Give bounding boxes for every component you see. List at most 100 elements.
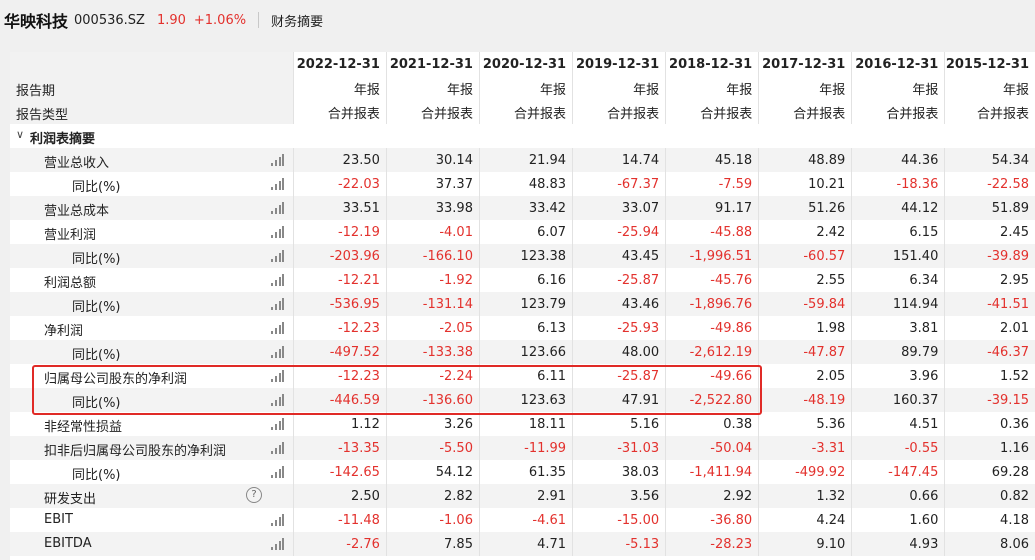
value-cell: 160.37	[851, 388, 945, 412]
bar-chart-icon-bar	[271, 331, 273, 334]
bar-chart-icon[interactable]	[271, 466, 284, 478]
bar-chart-icon[interactable]	[271, 298, 284, 310]
year-header-cell: 2020-12-31	[478, 52, 573, 76]
value-cell: -15.00	[572, 508, 666, 532]
bar-chart-icon-bar	[275, 280, 277, 286]
value-cell: -13.35	[292, 436, 387, 460]
value-cell: 3.81	[851, 316, 945, 340]
bar-chart-icon[interactable]	[271, 346, 284, 358]
bar-chart-icon[interactable]	[271, 442, 284, 454]
value-cell: 4.51	[851, 412, 945, 436]
page-title[interactable]: 财务摘要	[271, 11, 323, 30]
stock-code: 000536.SZ	[74, 12, 145, 28]
bar-chart-icon[interactable]	[271, 202, 284, 214]
bar-chart-icon[interactable]	[271, 250, 284, 262]
row-label: EBITDA	[44, 536, 92, 551]
year-header-row: 2022-12-31 2021-12-31 2020-12-31 2019-12-31…	[10, 52, 1035, 76]
row-label: 同比(%)	[72, 180, 121, 195]
row-label: 净利润	[44, 324, 84, 339]
table-row: 同比(%) -497.52 -133.38 123.66 48.00 -2,612.19-…	[10, 340, 1035, 364]
value-cell: 2.01	[944, 316, 1035, 340]
value-cell: -136.60	[385, 388, 480, 412]
value-cell: 44.12	[851, 196, 945, 220]
value-cell: 123.79	[478, 292, 573, 316]
value-cell: -36.80	[665, 508, 759, 532]
report-type-value: 合并报表	[944, 100, 1035, 124]
value-cell: 3.56	[572, 484, 666, 508]
bar-chart-icon-bar	[282, 226, 284, 238]
year-header-cell: 2018-12-31	[665, 52, 759, 76]
bar-chart-icon-bar	[282, 250, 284, 262]
help-circle-icon[interactable]: ?	[246, 487, 262, 503]
bar-chart-icon-bar	[275, 352, 277, 358]
bar-chart-icon[interactable]	[271, 226, 284, 238]
value-cell: 33.98	[385, 196, 480, 220]
section-title: 利润表摘要	[30, 132, 96, 147]
value-cell: 6.07	[478, 220, 573, 244]
year-header-cell: 2016-12-31	[851, 52, 945, 76]
bar-chart-icon-bar	[275, 400, 277, 406]
value-cell: 23.50	[292, 148, 387, 172]
value-cell: 10.21	[758, 172, 852, 196]
row-label-cell: 营业总成本	[10, 196, 294, 220]
report-type-value: 合并报表	[478, 100, 573, 124]
header-corner	[10, 52, 294, 76]
value-cell: 51.89	[944, 196, 1035, 220]
bar-chart-icon[interactable]	[271, 178, 284, 190]
value-cell: 0.38	[665, 412, 759, 436]
value-cell: 44.36	[851, 148, 945, 172]
table-row: EBITDA -2.76 7.85 4.71 -5.13 -28.23 9.10 4.93 8.…	[10, 532, 1035, 556]
bar-chart-icon[interactable]	[271, 370, 284, 382]
bar-chart-icon-bar	[282, 178, 284, 190]
value-cell: 6.15	[851, 220, 945, 244]
value-cell: -45.76	[665, 268, 759, 292]
bar-chart-icon-bar	[271, 187, 273, 190]
value-cell: 48.89	[758, 148, 852, 172]
value-cell: 54.34	[944, 148, 1035, 172]
value-cell: 43.45	[572, 244, 666, 268]
bar-chart-icon-bar	[282, 274, 284, 286]
value-cell: -2,522.80	[665, 388, 759, 412]
value-cell: -25.94	[572, 220, 666, 244]
row-label: 同比(%)	[72, 468, 121, 483]
row-label: EBIT	[44, 512, 73, 527]
bar-chart-icon[interactable]	[271, 322, 284, 334]
bar-chart-icon-bar	[279, 253, 281, 262]
bar-chart-icon[interactable]	[271, 514, 284, 526]
bar-chart-icon-bar	[275, 472, 277, 478]
value-cell: -4.01	[385, 220, 480, 244]
report-type-value: 合并报表	[758, 100, 852, 124]
report-period-label-cell: 报告期	[10, 76, 294, 100]
stock-header: 华映科技 000536.SZ 1.90 +1.06% 财务摘要	[0, 0, 1035, 40]
value-cell: -41.51	[944, 292, 1035, 316]
bar-chart-icon-bar	[271, 163, 273, 166]
chevron-down-icon[interactable]: ∨	[16, 128, 24, 141]
value-cell: -11.99	[478, 436, 573, 460]
value-cell: 43.46	[572, 292, 666, 316]
value-cell: -50.04	[665, 436, 759, 460]
value-cell: 1.16	[944, 436, 1035, 460]
financial-summary-panel: 2022-12-31 2021-12-31 2020-12-31 2019-12-31…	[10, 52, 1035, 560]
bar-chart-icon[interactable]	[271, 538, 284, 550]
value-cell: 2.95	[944, 268, 1035, 292]
bar-chart-icon[interactable]	[271, 418, 284, 430]
bar-chart-icon[interactable]	[271, 394, 284, 406]
value-cell: -12.19	[292, 220, 387, 244]
table-row: 同比(%) -142.65 54.12 61.35 38.03 -1,411.94 -499…	[10, 460, 1035, 484]
report-type-label: 报告类型	[16, 108, 69, 123]
bar-chart-icon[interactable]	[271, 274, 284, 286]
value-cell: 61.35	[478, 460, 573, 484]
bar-chart-icon-bar	[279, 517, 281, 526]
bar-chart-icon[interactable]	[271, 154, 284, 166]
value-cell: 18.11	[478, 412, 573, 436]
value-cell: -497.52	[292, 340, 387, 364]
bar-chart-icon-bar	[271, 307, 273, 310]
row-label-cell: 同比(%)	[10, 172, 294, 196]
value-cell: -1,996.51	[665, 244, 759, 268]
value-cell: -48.19	[758, 388, 852, 412]
value-cell: 4.93	[851, 532, 945, 556]
section-title-cell[interactable]: ∨ 利润表摘要	[10, 124, 294, 148]
income-statement-section-row[interactable]: ∨ 利润表摘要	[10, 124, 1035, 148]
report-period-label: 报告期	[16, 84, 56, 99]
row-label: 营业总成本	[44, 204, 110, 219]
